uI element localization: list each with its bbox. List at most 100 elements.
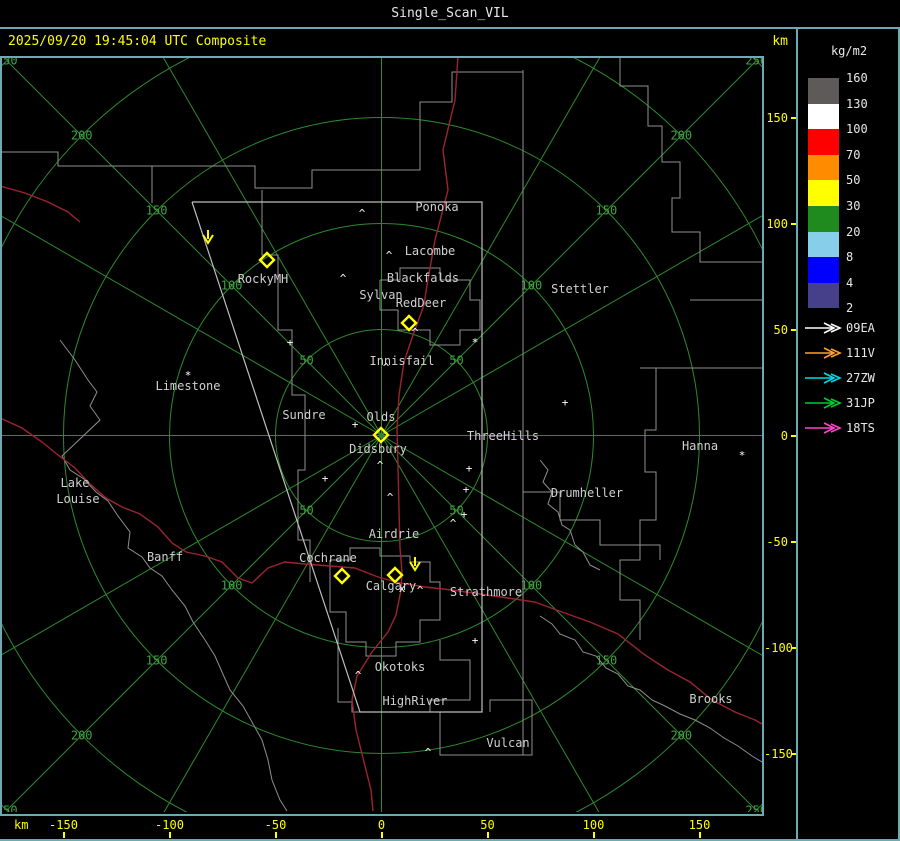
ring-label: 50 <box>449 354 463 368</box>
track-id-label: 111V <box>846 346 875 360</box>
county-boundary <box>619 58 762 263</box>
scan-timestamp: 2025/09/20 19:45:04 UTC Composite <box>8 34 267 49</box>
ring-label: 250 <box>745 803 762 812</box>
right-axis-tick-label: -150 <box>764 746 793 761</box>
track-arrow-icon <box>805 372 842 384</box>
colorbar-swatch-4 <box>808 282 839 309</box>
track-arrow-111V <box>804 347 844 359</box>
right-axis-tick-label: 50 <box>773 322 788 337</box>
town-marker: ^ <box>377 459 384 472</box>
colorbar-value-label: 4 <box>846 275 854 290</box>
city-label-okotoks: Okotoks <box>375 660 426 674</box>
city-label-drumheller: Drumheller <box>551 486 623 500</box>
bottom-axis-tick <box>380 832 383 838</box>
town-marker: ^ <box>359 207 366 220</box>
city-label-stettler: Stettler <box>551 282 609 296</box>
town-marker: ^ <box>417 584 424 597</box>
track-arrow-27ZW <box>804 372 844 384</box>
ring-label: 200 <box>71 728 93 742</box>
colorbar-value-label: 8 <box>846 250 854 265</box>
right-axis-tick-label: -50 <box>766 534 788 549</box>
track-arrow-31JP <box>804 397 844 409</box>
ring-label: 150 <box>596 204 618 218</box>
colorbar-swatch-70 <box>808 154 839 181</box>
legend-panel: kg/m2 160 130 100 70 50 30 20 8 4 2 09EA 111V 27ZW 3… <box>796 29 898 839</box>
ring-label: 150 <box>596 653 618 667</box>
highway <box>2 185 81 223</box>
bottom-axis-tick <box>698 832 701 838</box>
bottom-axis-tick-label: 100 <box>582 818 605 832</box>
ring-label: 200 <box>670 728 692 742</box>
right-axis-tick-label: 150 <box>766 110 788 125</box>
town-marker: + <box>463 483 470 496</box>
bottom-distance-axis: km -150 -100 -50 0 50 100 150 <box>0 816 796 839</box>
city-label-highriver: HighRiver <box>382 694 447 708</box>
colorbar-swatch-30 <box>808 206 839 232</box>
city-label-hanna: Hanna <box>682 439 718 453</box>
town-marker: ^ <box>450 517 457 530</box>
ring-label: 100 <box>221 578 243 592</box>
ring-label: 50 <box>299 503 313 517</box>
city-label-cochrane: Cochrane <box>299 551 357 565</box>
track-id-label: 31JP <box>846 396 875 410</box>
bottom-axis-tick <box>62 832 65 838</box>
city-label-rockymh: RockyMH <box>238 272 289 286</box>
colorbar-swatch-160 <box>808 78 839 104</box>
radial-30deg <box>381 435 762 656</box>
colorbar-value-label: 50 <box>846 173 861 188</box>
bottom-axis-unit-label: km <box>14 818 29 832</box>
colorbar-swatch-130 <box>808 103 839 130</box>
header-row: 2025/09/20 19:45:04 UTC Composite km <box>0 29 796 56</box>
ring-label: 200 <box>71 129 93 143</box>
town-marker: + <box>322 472 329 485</box>
ring-label: 250 <box>745 58 762 68</box>
city-label-limestone: Limestone <box>155 379 220 393</box>
colorbar-value-label: 100 <box>846 122 868 137</box>
town-marker: + <box>466 462 473 475</box>
radar-map[interactable]: 50 100 150 200 250 50 100 150 200 250 50 100 150 200 2… <box>2 58 762 812</box>
radar-map-viewport[interactable]: 50 100 150 200 250 50 100 150 200 250 50 100 150 200 2… <box>2 58 762 812</box>
colorbar-value-label: 70 <box>846 147 861 162</box>
track-id-label: 27ZW <box>846 371 875 385</box>
ring-label: 250 <box>2 58 18 68</box>
colorbar-swatch-100 <box>808 129 839 155</box>
city-label-vulcan: Vulcan <box>486 736 529 750</box>
colorbar-value-label: 20 <box>846 224 861 239</box>
county-boundary <box>619 368 657 640</box>
colorbar-swatch-8 <box>808 257 839 283</box>
city-label-sundre: Sundre <box>282 408 325 422</box>
radial-210deg <box>2 215 382 436</box>
bottom-axis-tick-label: 150 <box>688 818 711 832</box>
track-arrow-icon <box>805 422 842 434</box>
track-arrow-icon <box>805 397 842 409</box>
radar-site-diamond <box>333 567 351 585</box>
radar-app-window: { "window": { "title": "Single_Scan_VIL"… <box>0 0 900 841</box>
colorbar-value-label: 130 <box>846 96 868 111</box>
city-label-threehills: ThreeHills <box>467 429 539 443</box>
ring-label: 100 <box>521 279 543 293</box>
town-marker: + <box>352 418 359 431</box>
town-marker: + <box>287 336 294 349</box>
county-boundary <box>261 190 311 582</box>
town-marker: ^ <box>387 491 394 504</box>
city-label-didsbury: Didsbury <box>349 442 407 456</box>
radial-120deg <box>163 435 382 812</box>
bottom-axis-tick-label: 50 <box>480 818 495 832</box>
town-marker: + <box>461 508 468 521</box>
track-arrow-09EA <box>804 322 844 334</box>
track-arrow-18TS <box>804 422 844 434</box>
ring-label: 150 <box>146 653 168 667</box>
city-label-lake: Lake <box>61 476 90 490</box>
bottom-axis-tick-label: -150 <box>49 818 78 832</box>
colorbar-swatch-20 <box>808 231 839 258</box>
city-label-louise: Louise <box>56 492 99 506</box>
storm-motion-arrow <box>409 557 421 572</box>
city-label-calgary: Calgary <box>366 579 417 593</box>
city-label-ponoka: Ponoka <box>415 200 458 214</box>
right-axis-tick-label: -100 <box>764 640 793 655</box>
ring-label: 100 <box>521 578 543 592</box>
bottom-axis-tick-label: -50 <box>264 818 287 832</box>
window-titlebar[interactable]: Single_Scan_VIL <box>0 0 900 27</box>
ring-label: 250 <box>2 803 18 812</box>
city-label-brooks: Brooks <box>689 692 732 706</box>
